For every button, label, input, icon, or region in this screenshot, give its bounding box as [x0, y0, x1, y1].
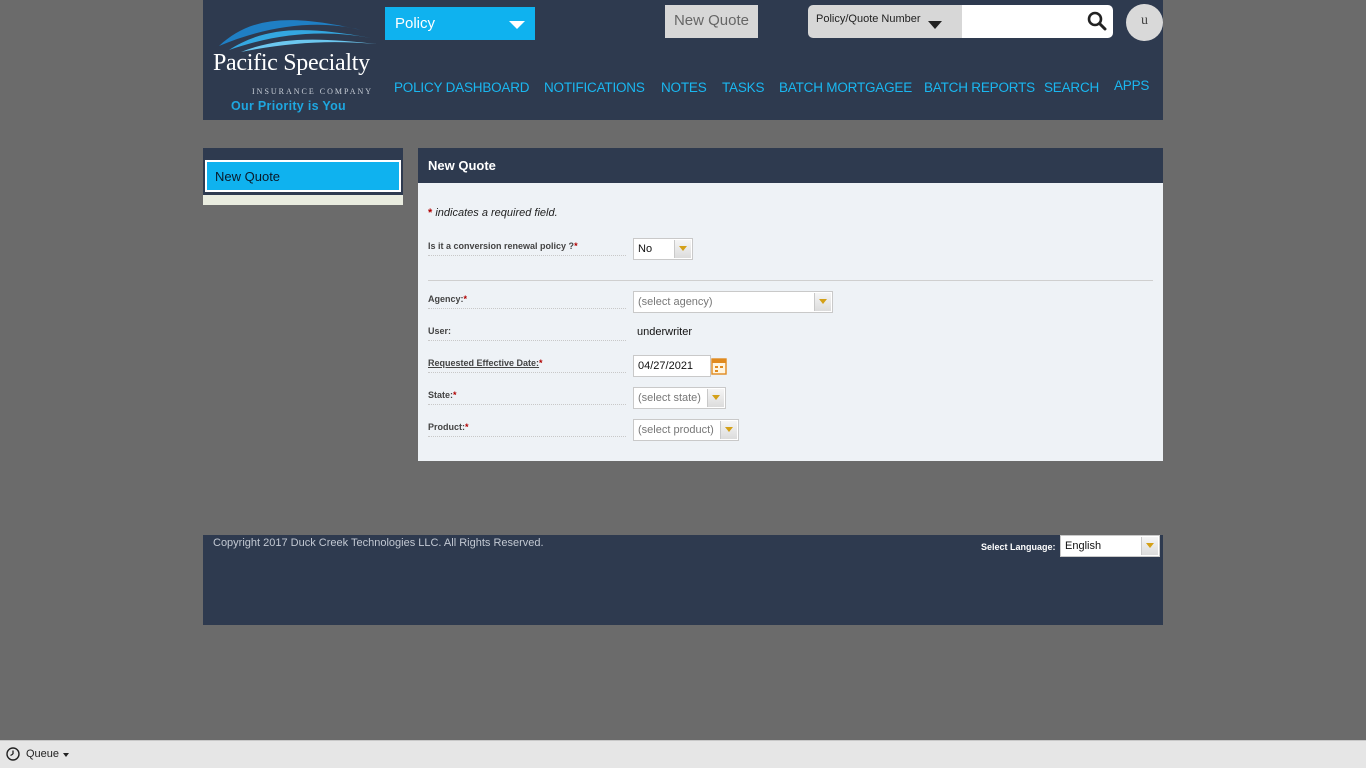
agency-label: Agency:*	[428, 294, 626, 309]
nav-policy-dashboard[interactable]: POLICY DASHBOARD	[394, 80, 530, 95]
chevron-down-icon	[928, 21, 942, 29]
state-label-text: State:	[428, 390, 454, 400]
divider	[428, 280, 1153, 281]
search-icon[interactable]	[1087, 11, 1107, 31]
product-label-text: Product:	[428, 422, 465, 432]
user-label-text: User:	[428, 326, 452, 336]
required-star: *	[428, 207, 433, 219]
effective-date-label-text: Requested Effective Date:	[428, 358, 540, 368]
required-note-text: indicates a required field.	[435, 207, 558, 219]
chevron-down-icon	[707, 389, 724, 407]
effective-date-label[interactable]: Requested Effective Date:*	[428, 358, 626, 373]
required-star: *	[453, 390, 457, 400]
state-select-value: (select state)	[638, 392, 701, 404]
module-select[interactable]: Policy	[385, 7, 535, 40]
conversion-label: Is it a conversion renewal policy ?*	[428, 241, 626, 256]
nav-search[interactable]: SEARCH	[1044, 80, 1099, 95]
logo-tagline: Our Priority is You	[231, 99, 346, 113]
product-label: Product:*	[428, 422, 626, 437]
conversion-select-value: No	[638, 243, 653, 255]
required-star: *	[539, 358, 543, 368]
logo-subtitle: INSURANCE COMPANY	[252, 87, 374, 96]
conversion-select[interactable]: No	[633, 238, 693, 260]
sidebar-item-new-quote[interactable]: New Quote	[205, 160, 401, 192]
new-quote-button[interactable]: New Quote	[665, 5, 758, 38]
chevron-down-icon	[509, 21, 525, 29]
state-label: State:*	[428, 390, 626, 405]
agency-select-value: (select agency)	[638, 296, 713, 308]
search-type-label: Policy/Quote Number	[816, 13, 921, 25]
sidebar-item-label: New Quote	[215, 169, 281, 184]
calendar-icon[interactable]	[711, 357, 727, 375]
chevron-down-icon	[720, 421, 737, 439]
language-select-value: English	[1065, 540, 1102, 552]
footer: Copyright 2017 Duck Creek Technologies L…	[203, 535, 1163, 625]
agency-label-text: Agency:	[428, 294, 464, 304]
nav-batch-mortgagee[interactable]: BATCH MORTGAGEE	[779, 80, 912, 95]
user-label: User:	[428, 326, 626, 341]
copyright-text: Copyright 2017 Duck Creek Technologies L…	[213, 537, 544, 549]
nav-notes[interactable]: NOTES	[661, 80, 707, 95]
chevron-down-icon[interactable]	[63, 753, 69, 757]
new-quote-form: * indicates a required field. Is it a co…	[418, 183, 1163, 461]
product-select[interactable]: (select product)	[633, 419, 739, 441]
nav-notifications[interactable]: NOTIFICATIONS	[544, 80, 645, 95]
wave-logo-icon	[219, 20, 377, 52]
clock-icon[interactable]	[6, 747, 20, 761]
required-note: * indicates a required field.	[428, 207, 558, 219]
required-star: *	[574, 241, 578, 251]
chevron-down-icon	[814, 293, 831, 311]
module-select-label: Policy	[395, 15, 436, 32]
logo-name: Pacific Specialty	[213, 50, 370, 76]
chevron-down-icon	[674, 240, 691, 258]
panel-title: New Quote	[418, 148, 1163, 183]
state-select[interactable]: (select state)	[633, 387, 726, 409]
product-select-value: (select product)	[638, 424, 714, 436]
company-logo[interactable]: Pacific Specialty INSURANCE COMPANY Our …	[211, 12, 379, 113]
user-avatar[interactable]: u	[1126, 4, 1163, 41]
queue-button[interactable]: Queue	[26, 748, 59, 760]
nav-batch-reports[interactable]: BATCH REPORTS	[924, 80, 1035, 95]
language-select[interactable]: English	[1060, 535, 1160, 557]
search-type-select[interactable]: Policy/Quote Number	[808, 5, 962, 38]
required-star: *	[463, 294, 468, 304]
required-star: *	[465, 422, 469, 432]
header: Pacific Specialty INSURANCE COMPANY Our …	[203, 0, 1163, 120]
nav-tasks[interactable]: TASKS	[722, 80, 764, 95]
taskbar: Queue	[0, 740, 1366, 768]
language-label: Select Language:	[981, 542, 1056, 552]
sidebar: New Quote	[203, 148, 403, 205]
sidebar-footer	[203, 195, 403, 205]
effective-date-input[interactable]: 04/27/2021	[633, 355, 711, 377]
nav-apps[interactable]: APPS	[1114, 78, 1149, 93]
agency-select[interactable]: (select agency)	[633, 291, 833, 313]
chevron-down-icon	[1141, 537, 1158, 555]
user-value: underwriter	[637, 326, 693, 338]
conversion-label-text: Is it a conversion renewal policy ?	[428, 241, 575, 251]
